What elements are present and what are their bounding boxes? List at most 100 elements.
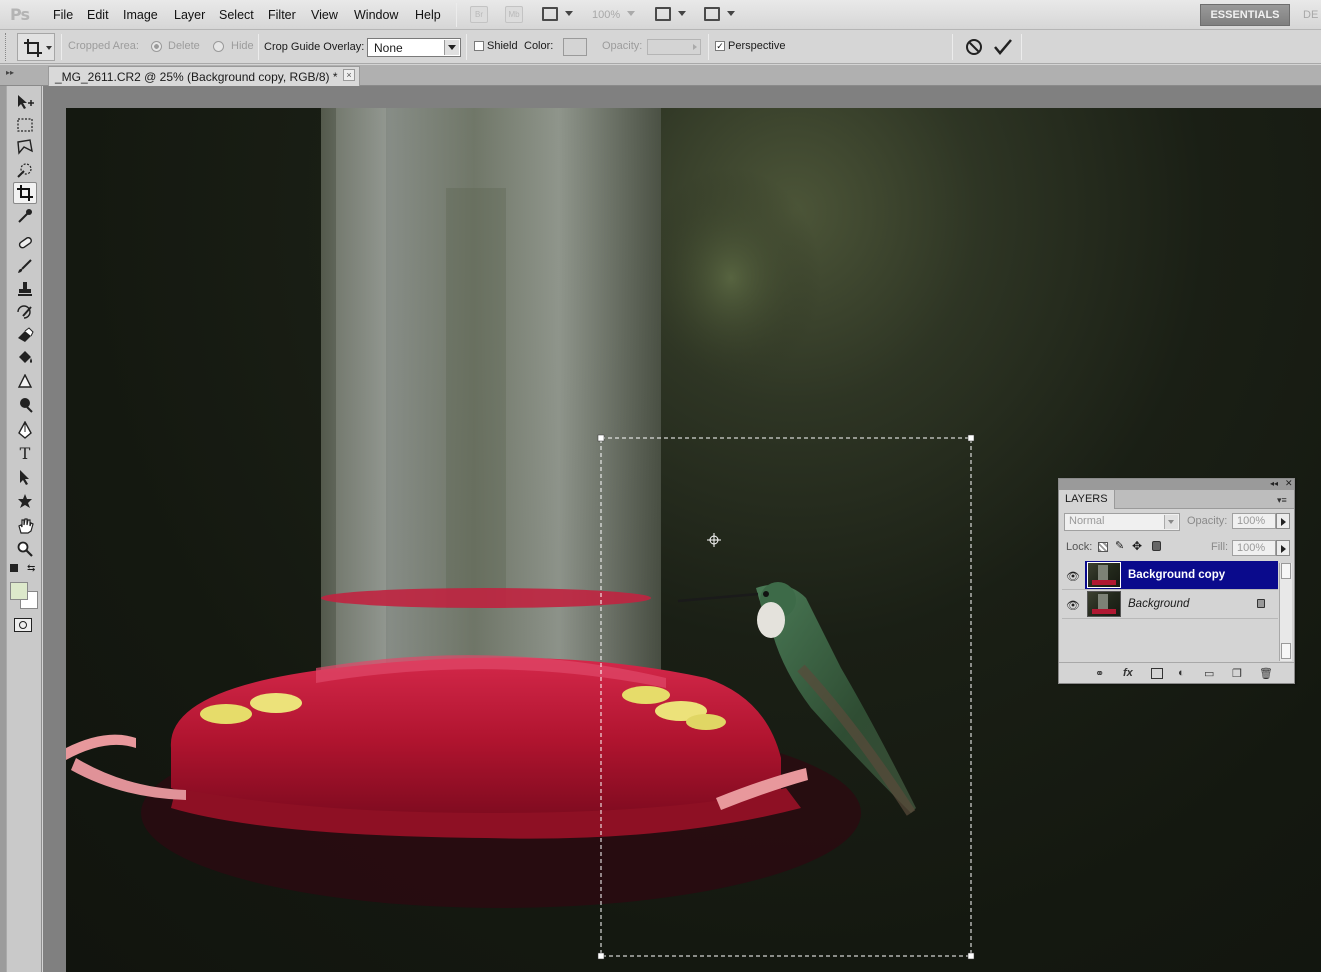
layer-name[interactable]: Background copy [1128, 569, 1225, 581]
layer-row-background[interactable]: 👁 Background [1062, 590, 1278, 619]
options-separator [466, 34, 467, 60]
new-group-icon[interactable]: ▭ [1204, 667, 1214, 680]
layer-name[interactable]: Background [1128, 598, 1189, 610]
clone-stamp-tool-icon[interactable] [13, 278, 37, 300]
eyedropper-tool-icon[interactable] [13, 205, 37, 227]
layer-opacity-field[interactable]: 100% [1232, 513, 1276, 529]
options-grip[interactable] [5, 33, 13, 61]
menu-help[interactable]: Help [415, 8, 441, 22]
perspective-label: Perspective [728, 40, 786, 52]
layer-row-background-copy[interactable]: 👁 Background copy [1062, 561, 1278, 590]
lock-pixels-icon[interactable]: ✎ [1115, 539, 1124, 552]
hand-tool-icon[interactable] [13, 515, 37, 537]
panel-menu-icon[interactable]: ▾≡ [1277, 495, 1287, 506]
menu-layer[interactable]: Layer [174, 8, 205, 22]
pen-tool-icon[interactable] [13, 419, 37, 441]
custom-shape-tool-icon[interactable] [13, 490, 37, 512]
zoom-level-field[interactable]: 100% [592, 9, 620, 21]
marquee-tool-icon[interactable] [13, 114, 37, 136]
chevron-down-icon[interactable] [727, 11, 735, 16]
crop-center-marker-icon [707, 533, 721, 547]
extras-icon[interactable] [542, 7, 558, 21]
layers-tab[interactable]: LAYERS [1059, 490, 1115, 509]
crop-guide-overlay-select[interactable]: None [367, 38, 461, 57]
adjustment-layer-icon[interactable]: ◐ [1178, 667, 1185, 679]
options-separator [708, 34, 709, 60]
new-layer-icon[interactable]: ❐ [1232, 667, 1242, 680]
paint-bucket-tool-icon[interactable] [13, 347, 37, 369]
scroll-up-button[interactable] [1281, 563, 1291, 579]
cancel-circle-icon[interactable] [965, 38, 983, 56]
eraser-tool-icon[interactable] [13, 324, 37, 346]
options-separator [258, 34, 259, 60]
fill-slider-button[interactable] [1276, 540, 1290, 556]
quick-selection-tool-icon[interactable] [13, 159, 37, 181]
zoom-tool-icon[interactable] [13, 538, 37, 560]
menu-filter[interactable]: Filter [268, 8, 296, 22]
lock-transparent-icon[interactable] [1098, 542, 1108, 552]
menu-select[interactable]: Select [219, 8, 254, 22]
chevron-down-icon[interactable] [565, 11, 573, 16]
collapse-panel-icon[interactable]: ◂◂ [1270, 479, 1278, 488]
quick-mask-icon[interactable] [14, 618, 32, 632]
menu-window[interactable]: Window [354, 8, 398, 22]
type-tool-icon[interactable]: T [13, 442, 37, 464]
menu-separator [456, 3, 457, 27]
spot-healing-tool-icon[interactable] [13, 232, 37, 254]
panel-tab-row: LAYERS ▾≡ [1059, 490, 1294, 509]
workspace-essentials-button[interactable]: ESSENTIALS [1200, 4, 1290, 26]
lock-all-icon[interactable] [1152, 541, 1161, 551]
blend-mode-select[interactable]: Normal [1064, 513, 1180, 531]
document-tab[interactable]: _MG_2611.CR2 @ 25% (Background copy, RGB… [48, 66, 360, 86]
menu-image[interactable]: Image [123, 8, 158, 22]
foreground-color-swatch[interactable] [10, 582, 28, 600]
history-brush-tool-icon[interactable] [13, 301, 37, 323]
swap-colors-icon[interactable]: ⇆ [27, 563, 35, 574]
dropdown-button[interactable] [1164, 515, 1178, 529]
shield-opacity-field[interactable] [647, 39, 701, 55]
delete-radio[interactable] [151, 41, 162, 52]
shield-color-swatch[interactable] [563, 38, 587, 56]
menu-file[interactable]: File [53, 8, 73, 22]
blur-tool-icon[interactable] [13, 371, 37, 393]
shield-checkbox[interactable] [474, 41, 484, 51]
path-selection-tool-icon[interactable] [13, 466, 37, 488]
crop-tool-icon[interactable] [13, 182, 37, 204]
panel-header-bar[interactable]: ◂◂ ✕ [1059, 478, 1294, 490]
chevron-down-icon[interactable] [678, 11, 686, 16]
collapse-panel-icon[interactable]: ▸▸ [6, 68, 14, 77]
blend-mode-value: Normal [1069, 515, 1105, 527]
lock-position-icon[interactable]: ✥ [1132, 539, 1142, 553]
layers-scrollbar[interactable] [1279, 563, 1292, 661]
perspective-checkbox[interactable]: ✓ [715, 41, 725, 51]
close-icon[interactable]: × [343, 69, 355, 81]
screen-mode-icon[interactable] [704, 7, 720, 21]
default-colors-icon[interactable] [10, 564, 18, 572]
menu-edit[interactable]: Edit [87, 8, 109, 22]
lasso-tool-icon[interactable] [13, 136, 37, 158]
opacity-slider-button[interactable] [1276, 513, 1290, 529]
chevron-down-icon[interactable] [627, 11, 635, 16]
arrange-documents-icon[interactable] [655, 7, 671, 21]
link-layers-icon[interactable]: ⚭ [1095, 667, 1104, 680]
brush-tool-icon[interactable] [13, 255, 37, 277]
dodge-tool-icon[interactable] [13, 394, 37, 416]
layer-fill-field[interactable]: 100% [1232, 540, 1276, 556]
close-icon[interactable]: ✕ [1285, 478, 1293, 489]
menu-view[interactable]: View [311, 8, 338, 22]
move-tool-icon[interactable] [13, 91, 37, 113]
checkmark-icon[interactable] [993, 38, 1013, 56]
tool-preset-picker[interactable] [17, 33, 55, 61]
bridge-button[interactable]: Br [470, 6, 488, 23]
layer-style-icon[interactable]: fx [1123, 667, 1133, 679]
minibridge-button[interactable]: Mb [505, 6, 523, 23]
hide-radio[interactable] [213, 41, 224, 52]
scroll-down-button[interactable] [1281, 643, 1291, 659]
dropdown-button[interactable] [444, 40, 459, 55]
trash-icon[interactable]: 🗑 [1259, 667, 1273, 680]
eye-icon[interactable]: 👁 [1066, 599, 1080, 612]
eye-icon[interactable]: 👁 [1066, 570, 1080, 583]
add-mask-icon[interactable] [1151, 668, 1163, 679]
workspace-design-button[interactable]: DE [1303, 9, 1318, 21]
options-separator [952, 34, 953, 60]
